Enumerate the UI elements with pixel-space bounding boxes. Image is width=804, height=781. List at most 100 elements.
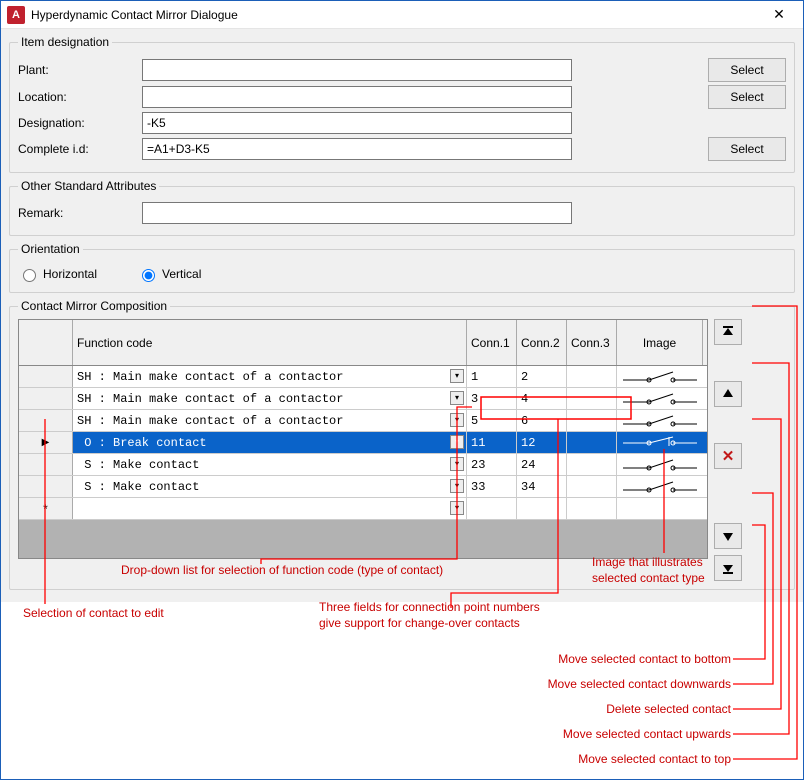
move-top-button[interactable] bbox=[714, 319, 742, 345]
composition-legend: Contact Mirror Composition bbox=[18, 299, 170, 313]
location-field[interactable] bbox=[142, 86, 572, 108]
conn3-cell[interactable] bbox=[567, 498, 617, 519]
table-row[interactable]: ▶ O : Break contact▾1112 bbox=[19, 432, 707, 454]
titlebar: A Hyperdynamic Contact Mirror Dialogue ✕ bbox=[1, 1, 803, 29]
chevron-down-icon[interactable]: ▾ bbox=[450, 369, 464, 383]
dialog-title: Hyperdynamic Contact Mirror Dialogue bbox=[31, 8, 759, 22]
conn2-cell[interactable]: 24 bbox=[517, 454, 567, 475]
remark-field[interactable] bbox=[142, 202, 572, 224]
ann-dropdown: Drop-down list for selection of function… bbox=[121, 563, 443, 577]
remark-label: Remark: bbox=[18, 206, 136, 220]
conn1-cell[interactable]: 23 bbox=[467, 454, 517, 475]
table-row[interactable]: SH : Main make contact of a contactor▾34 bbox=[19, 388, 707, 410]
chevron-down-icon[interactable]: ▾ bbox=[450, 501, 464, 515]
conn3-cell[interactable] bbox=[567, 454, 617, 475]
contact-symbol bbox=[617, 388, 703, 409]
conn1-cell[interactable]: 5 bbox=[467, 410, 517, 431]
function-code-cell[interactable]: O : Break contact▾ bbox=[73, 432, 467, 453]
conn2-cell[interactable]: 12 bbox=[517, 432, 567, 453]
chevron-down-icon[interactable]: ▾ bbox=[450, 435, 464, 449]
conn2-cell[interactable]: 4 bbox=[517, 388, 567, 409]
row-selector[interactable] bbox=[19, 366, 73, 387]
move-up-button[interactable] bbox=[714, 381, 742, 407]
table-row[interactable]: S : Make contact▾2324 bbox=[19, 454, 707, 476]
plant-select-button[interactable]: Select bbox=[708, 58, 786, 82]
function-code-cell[interactable]: SH : Main make contact of a contactor▾ bbox=[73, 410, 467, 431]
conn3-cell[interactable] bbox=[567, 410, 617, 431]
col-selector bbox=[19, 320, 73, 365]
chevron-down-icon[interactable]: ▾ bbox=[450, 479, 464, 493]
conn1-cell[interactable]: 11 bbox=[467, 432, 517, 453]
row-selector[interactable]: * bbox=[19, 498, 73, 519]
col-image: Image bbox=[617, 320, 703, 365]
horizontal-radio-label[interactable]: Horizontal bbox=[18, 266, 97, 282]
grid-header: Function code Conn.1 Conn.2 Conn.3 Image bbox=[19, 320, 707, 366]
move-down-button[interactable] bbox=[714, 523, 742, 549]
function-code-cell[interactable]: SH : Main make contact of a contactor▾ bbox=[73, 366, 467, 387]
conn2-cell[interactable]: 2 bbox=[517, 366, 567, 387]
location-label: Location: bbox=[18, 90, 136, 104]
contact-symbol bbox=[617, 498, 703, 519]
conn3-cell[interactable] bbox=[567, 432, 617, 453]
function-code-cell[interactable]: S : Make contact▾ bbox=[73, 454, 467, 475]
complete-id-field[interactable] bbox=[142, 138, 572, 160]
chevron-down-icon[interactable]: ▾ bbox=[450, 391, 464, 405]
col-conn3: Conn.3 bbox=[567, 320, 617, 365]
table-row[interactable]: SH : Main make contact of a contactor▾56 bbox=[19, 410, 707, 432]
contact-grid[interactable]: Function code Conn.1 Conn.2 Conn.3 Image… bbox=[18, 319, 708, 559]
table-row-new[interactable]: *▾ bbox=[19, 498, 707, 520]
conn2-cell[interactable]: 34 bbox=[517, 476, 567, 497]
conn1-cell[interactable]: 1 bbox=[467, 366, 517, 387]
function-code-cell[interactable]: SH : Main make contact of a contactor▾ bbox=[73, 388, 467, 409]
row-selector[interactable]: ▶ bbox=[19, 432, 73, 453]
row-selector[interactable] bbox=[19, 454, 73, 475]
conn1-cell[interactable] bbox=[467, 498, 517, 519]
conn2-cell[interactable]: 6 bbox=[517, 410, 567, 431]
composition-group: Contact Mirror Composition Function code… bbox=[9, 299, 795, 590]
contact-symbol bbox=[617, 432, 703, 453]
function-code-cell[interactable]: S : Make contact▾ bbox=[73, 476, 467, 497]
col-function-code: Function code bbox=[73, 320, 467, 365]
contact-symbol bbox=[617, 410, 703, 431]
conn3-cell[interactable] bbox=[567, 388, 617, 409]
chevron-down-icon[interactable]: ▾ bbox=[450, 413, 464, 427]
conn3-cell[interactable] bbox=[567, 366, 617, 387]
other-attributes-group: Other Standard Attributes Remark: bbox=[9, 179, 795, 236]
vertical-radio[interactable] bbox=[142, 269, 155, 282]
move-bottom-button[interactable] bbox=[714, 555, 742, 581]
location-select-button[interactable]: Select bbox=[708, 85, 786, 109]
conn2-cell[interactable] bbox=[517, 498, 567, 519]
ann-move-top: Move selected contact to top bbox=[381, 752, 731, 766]
ann-image-2: selected contact type bbox=[592, 571, 705, 585]
function-code-cell[interactable]: ▾ bbox=[73, 498, 467, 519]
vertical-radio-label[interactable]: Vertical bbox=[137, 266, 201, 282]
plant-label: Plant: bbox=[18, 63, 136, 77]
chevron-down-icon[interactable]: ▾ bbox=[450, 457, 464, 471]
col-conn2: Conn.2 bbox=[517, 320, 567, 365]
plant-field[interactable] bbox=[142, 59, 572, 81]
table-row[interactable]: S : Make contact▾3334 bbox=[19, 476, 707, 498]
table-row[interactable]: SH : Main make contact of a contactor▾12 bbox=[19, 366, 707, 388]
ann-image-1: Image that illustrates bbox=[592, 555, 703, 569]
designation-label: Designation: bbox=[18, 116, 136, 130]
conn1-cell[interactable]: 33 bbox=[467, 476, 517, 497]
ann-move-down: Move selected contact downwards bbox=[381, 677, 731, 691]
ann-delete: Delete selected contact bbox=[381, 702, 731, 716]
designation-field[interactable] bbox=[142, 112, 572, 134]
delete-button[interactable]: ✕ bbox=[714, 443, 742, 469]
conn1-cell[interactable]: 3 bbox=[467, 388, 517, 409]
complete-id-select-button[interactable]: Select bbox=[708, 137, 786, 161]
item-designation-group: Item designation Plant: Select Location:… bbox=[9, 35, 795, 173]
orientation-legend: Orientation bbox=[18, 242, 83, 256]
app-icon: A bbox=[7, 6, 25, 24]
orientation-group: Orientation Horizontal Vertical bbox=[9, 242, 795, 293]
col-conn1: Conn.1 bbox=[467, 320, 517, 365]
row-selector[interactable] bbox=[19, 388, 73, 409]
item-designation-legend: Item designation bbox=[18, 35, 112, 49]
ann-move-bottom: Move selected contact to bottom bbox=[381, 652, 731, 666]
row-selector[interactable] bbox=[19, 476, 73, 497]
row-selector[interactable] bbox=[19, 410, 73, 431]
conn3-cell[interactable] bbox=[567, 476, 617, 497]
close-button[interactable]: ✕ bbox=[759, 4, 799, 26]
horizontal-radio[interactable] bbox=[23, 269, 36, 282]
